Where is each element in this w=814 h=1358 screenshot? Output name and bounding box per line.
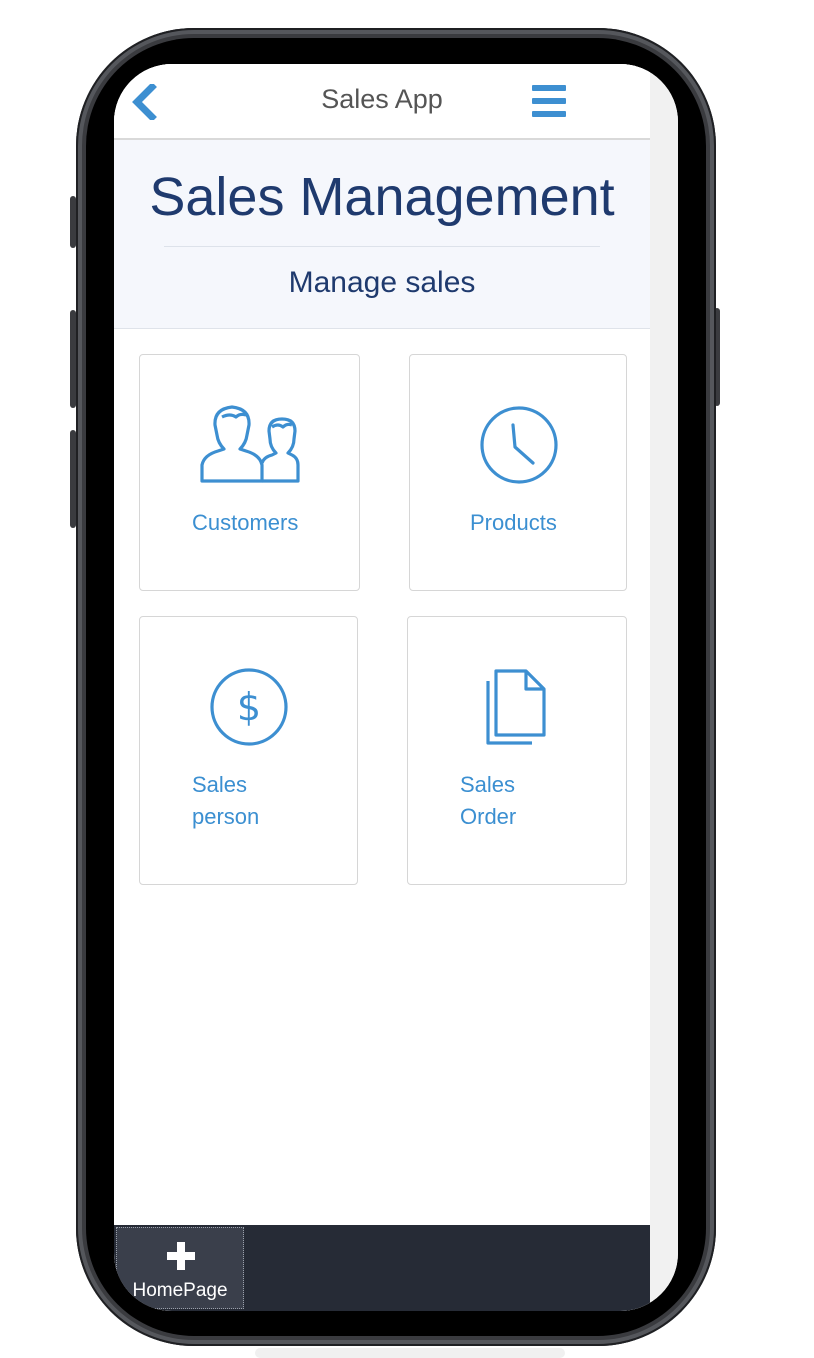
- tile-label: Sales Order: [460, 772, 517, 829]
- scrollbar-track[interactable]: [650, 64, 678, 1311]
- page-subtitle: Manage sales: [288, 266, 476, 299]
- tab-label: HomePage: [132, 1280, 228, 1301]
- title-divider: [164, 246, 600, 247]
- tile-label: Sales person: [192, 772, 260, 829]
- app-content: Sales App Sales Management Manage sales: [114, 64, 650, 1311]
- app-header: Sales App: [114, 64, 650, 140]
- tile-sales-person[interactable]: $ Sales person: [139, 616, 358, 885]
- hero-banner: Sales Management Manage sales: [114, 140, 650, 329]
- tile-customers[interactable]: Customers: [139, 354, 360, 591]
- tile-sales-order[interactable]: Sales Order: [407, 616, 627, 885]
- users-icon: [200, 403, 300, 488]
- tile-label: Products: [470, 510, 557, 535]
- page-title: Sales Management: [149, 167, 615, 227]
- phone-screen: Sales App Sales Management Manage sales: [114, 64, 678, 1311]
- tile-products[interactable]: Products: [409, 354, 627, 591]
- hamburger-menu-icon[interactable]: [532, 85, 566, 117]
- plus-icon: [165, 1240, 197, 1272]
- tab-homepage[interactable]: HomePage: [116, 1227, 244, 1309]
- bottom-tab-bar: HomePage: [114, 1225, 650, 1311]
- svg-text:$: $: [237, 685, 261, 729]
- dollar-circle-icon: $: [209, 667, 289, 752]
- tile-label: Customers: [192, 510, 299, 535]
- app-title: Sales App: [321, 84, 443, 114]
- clock-icon: [479, 405, 559, 490]
- documents-icon: [486, 667, 550, 752]
- floor-shadow: [255, 1348, 565, 1358]
